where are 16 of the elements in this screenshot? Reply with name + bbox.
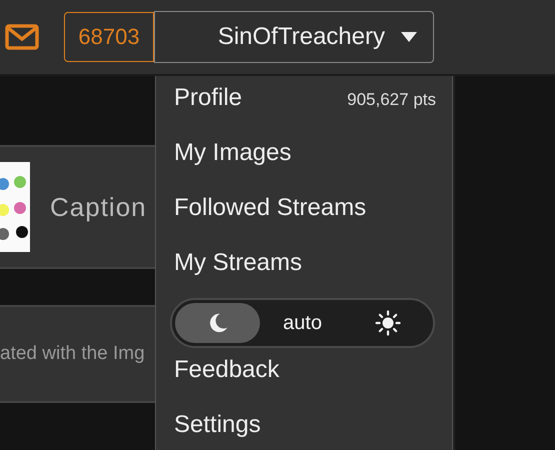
- theme-option[interactable]: [175, 303, 260, 343]
- menu-item[interactable]: My Images: [174, 139, 436, 173]
- user-menu-button[interactable]: SinOfTreachery: [154, 11, 434, 63]
- description-text: ated with the Img: [0, 343, 145, 365]
- caret-icon: [401, 32, 417, 42]
- menu-item[interactable]: Followed Streams: [174, 194, 436, 228]
- menu-item[interactable]: Settings: [174, 411, 436, 445]
- theme-option[interactable]: auto: [260, 303, 345, 343]
- mail-icon[interactable]: [5, 24, 39, 50]
- menu-item[interactable]: Feedback: [174, 356, 436, 390]
- menu-item[interactable]: Profile 905,627 pts: [174, 84, 436, 118]
- points-counter: 68703: [64, 12, 154, 62]
- caption-text: Caption: [50, 192, 147, 222]
- menu-item[interactable]: My Streams: [174, 249, 436, 283]
- sun-icon: [374, 310, 400, 336]
- points-total: 905,627 pts: [347, 90, 436, 110]
